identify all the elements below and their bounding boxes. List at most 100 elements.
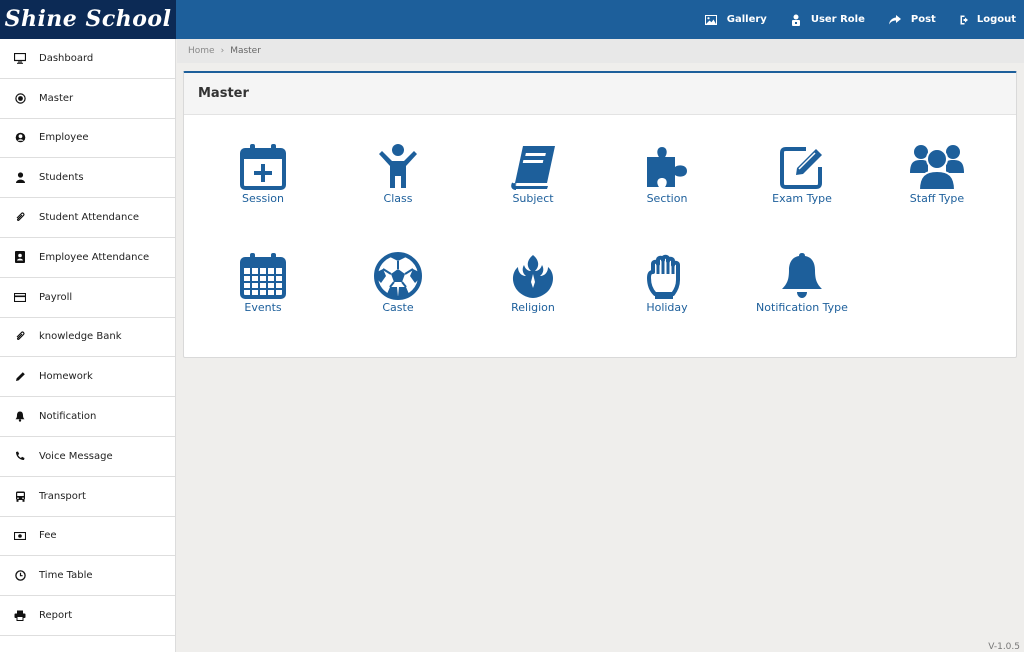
sidebar-item-notification[interactable]: Notification: [0, 397, 175, 437]
sidebar-item-label: Students: [39, 172, 84, 184]
sidebar-item-report[interactable]: Report: [0, 596, 175, 636]
tile-section[interactable]: Section: [612, 143, 722, 205]
sidebar-item-label: knowledge Bank: [39, 331, 122, 343]
printer-icon: [14, 610, 26, 622]
sidebar-item-knowledge-bank[interactable]: knowledge Bank: [0, 318, 175, 358]
logout-link[interactable]: Logout: [960, 14, 1016, 25]
paperclip-icon: [14, 212, 26, 224]
image-icon: [704, 14, 717, 25]
tile-label: Exam Type: [772, 192, 832, 205]
sidebar-item-label: Time Table: [39, 570, 93, 582]
tile-label: Notification Type: [756, 301, 848, 314]
share-arrow-icon: [888, 14, 901, 24]
sidebar-item-label: Student Attendance: [39, 212, 140, 224]
money-icon: [14, 530, 26, 542]
paperclip-icon: [14, 331, 26, 343]
sidebar-item-label: Master: [39, 92, 74, 104]
bus-icon: [14, 490, 26, 502]
tile-label: Holiday: [646, 301, 688, 314]
user-role-link[interactable]: User Role: [791, 14, 865, 26]
tile-label: Class: [383, 192, 413, 205]
breadcrumb: Home › Master: [177, 39, 1024, 63]
user-lock-icon: [791, 14, 800, 26]
logout-icon: [960, 15, 968, 24]
tile-notification-type[interactable]: Notification Type: [747, 252, 857, 314]
sidebar-item-student-attendance[interactable]: Student Attendance: [0, 198, 175, 238]
sidebar-item-label: Voice Message: [39, 450, 113, 462]
sidebar-item-master[interactable]: Master: [0, 79, 175, 119]
tile-subject[interactable]: Subject: [478, 143, 588, 205]
tile-religion[interactable]: Religion: [478, 252, 588, 314]
sidebar-item-students[interactable]: Students: [0, 158, 175, 199]
top-bar: Shine School Gallery User Role Post Logo…: [0, 0, 1024, 39]
pencil-icon: [14, 371, 26, 383]
sidebar-item-label: Dashboard: [39, 52, 94, 64]
sidebar-item-payroll[interactable]: Payroll: [0, 278, 175, 318]
post-label: Post: [910, 14, 936, 25]
credit-card-icon: [14, 291, 26, 303]
sidebar-item-homework[interactable]: Homework: [0, 357, 175, 398]
rebel-icon: [512, 255, 554, 298]
users-icon: [910, 145, 964, 191]
sidebar-item-label: Payroll: [39, 291, 73, 303]
record-icon: [14, 92, 26, 104]
bell-icon: [14, 411, 26, 423]
master-panel: Master Session Class Subject Section Exa…: [183, 71, 1017, 358]
post-link[interactable]: Post: [888, 14, 936, 25]
tile-label: Session: [242, 192, 284, 205]
top-nav: Gallery User Role Post Logout: [681, 0, 1016, 39]
sidebar-item-dashboard[interactable]: Dashboard: [0, 39, 175, 79]
tile-class[interactable]: Class: [343, 143, 453, 205]
tile-label: Subject: [512, 192, 554, 205]
puzzle-icon: [647, 147, 687, 187]
tile-events[interactable]: Events: [208, 252, 318, 314]
monitor-icon: [14, 52, 26, 64]
hand-icon: [647, 254, 680, 299]
tile-caste[interactable]: Caste: [343, 252, 453, 314]
sidebar-item-label: Homework: [39, 371, 93, 383]
sidebar-item-transport[interactable]: Transport: [0, 477, 175, 517]
user-circle-icon: [14, 132, 26, 144]
edit-icon: [780, 147, 822, 189]
sidebar-item-fee[interactable]: Fee: [0, 517, 175, 557]
clock-icon: [14, 570, 26, 582]
sidebar-item-label: Notification: [39, 411, 97, 423]
chevron-right-icon: ›: [220, 46, 225, 56]
gallery-label: Gallery: [726, 14, 767, 25]
sidebar-item-voice-message[interactable]: Voice Message: [0, 437, 175, 477]
panel-header: Master: [184, 73, 1016, 115]
bell-icon: [782, 253, 822, 298]
sidebar-item-label: Employee Attendance: [39, 251, 150, 263]
sidebar-item-label: Transport: [39, 490, 86, 502]
soccer-ball-icon: [374, 252, 422, 300]
tile-label: Caste: [382, 301, 414, 314]
tile-session[interactable]: Session: [208, 143, 318, 205]
user-icon: [14, 172, 26, 184]
sidebar-item-employee[interactable]: Employee: [0, 119, 175, 159]
user-role-label: User Role: [810, 14, 865, 25]
calendar-plus-icon: [240, 144, 286, 190]
sidebar-item-label: Fee: [39, 530, 57, 542]
breadcrumb-current: Master: [230, 46, 261, 56]
tile-exam-type[interactable]: Exam Type: [747, 143, 857, 205]
gallery-link[interactable]: Gallery: [704, 14, 767, 25]
phone-icon: [14, 450, 26, 462]
breadcrumb-home[interactable]: Home: [188, 46, 215, 56]
brand-logo[interactable]: Shine School: [0, 0, 176, 39]
tile-label: Events: [244, 301, 282, 314]
tile-label: Staff Type: [909, 192, 965, 205]
tile-label: Religion: [511, 301, 555, 314]
page-title: Master: [198, 86, 249, 101]
tile-label: Section: [646, 192, 688, 205]
sidebar-item-time-table[interactable]: Time Table: [0, 556, 175, 597]
version-label: V-1.0.5: [988, 642, 1020, 652]
sidebar-item-employee-attendance[interactable]: Employee Attendance: [0, 238, 175, 278]
tile-holiday[interactable]: Holiday: [612, 252, 722, 314]
sidebar: Dashboard Master Employee Students Stude…: [0, 39, 176, 652]
tile-staff-type[interactable]: Staff Type: [882, 143, 992, 205]
id-badge-icon: [14, 251, 26, 264]
child-icon: [379, 144, 417, 188]
calendar-grid-icon: [240, 253, 286, 299]
book-icon: [511, 146, 555, 190]
sidebar-item-label: Employee: [39, 132, 89, 144]
